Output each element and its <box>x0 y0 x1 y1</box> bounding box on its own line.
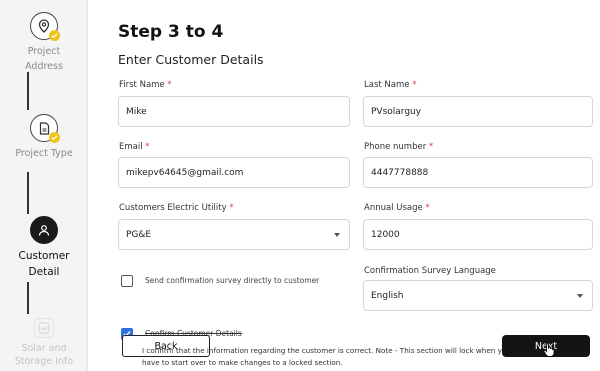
phone-input[interactable]: 4447778888 <box>363 157 593 188</box>
last-name-label: Last Name * <box>364 80 417 90</box>
step-solar-storage[interactable]: Solar and Storage Info <box>0 318 88 368</box>
email-label: Email * <box>119 142 150 152</box>
chevron-down-icon <box>577 294 583 298</box>
survey-language-value: English <box>371 290 404 301</box>
survey-language-label: Confirmation Survey Language <box>364 266 496 276</box>
step-label: Project Type <box>15 148 73 159</box>
page-title: Step 3 to 4 <box>118 22 224 42</box>
chevron-down-icon <box>334 233 340 237</box>
send-survey-label: Send confirmation survey directly to cus… <box>145 276 320 285</box>
page-subtitle: Enter Customer Details <box>118 52 264 67</box>
last-name-input[interactable]: PVsolarguy <box>363 96 593 127</box>
location-pin-icon <box>30 12 60 41</box>
person-icon <box>30 216 58 244</box>
document-icon <box>30 114 60 143</box>
hand-cursor-icon <box>543 343 555 360</box>
email-input[interactable]: mikepv64645@gmail.com <box>118 157 350 188</box>
last-name-value: PVsolarguy <box>371 106 422 117</box>
annual-usage-label: Annual Usage * <box>364 203 430 213</box>
phone-value: 4447778888 <box>371 167 429 178</box>
confirm-note-line1: I confirm that the information regarding… <box>142 346 511 355</box>
survey-language-select[interactable]: English <box>363 280 593 311</box>
annual-usage-input[interactable]: 12000 <box>363 219 593 250</box>
step-connector <box>27 72 29 110</box>
step-connector <box>27 172 29 214</box>
step-label: Solar and Storage Info <box>14 343 74 367</box>
progress-sidebar: Project Address Project Type Customer De… <box>0 0 88 371</box>
checkmark-icon <box>49 132 60 143</box>
utility-value: PG&E <box>126 229 152 240</box>
utility-label: Customers Electric Utility * <box>119 203 234 213</box>
annual-usage-value: 12000 <box>371 229 400 240</box>
first-name-input[interactable]: Mike <box>118 96 350 127</box>
main-content: Step 3 to 4 Enter Customer Details First… <box>88 0 600 371</box>
utility-select[interactable]: PG&E <box>118 219 350 250</box>
first-name-value: Mike <box>126 106 147 117</box>
chart-icon <box>34 318 54 338</box>
step-customer-detail[interactable]: Customer Detail <box>0 216 88 280</box>
confirm-note-line2: have to start over to make changes to a … <box>142 358 343 367</box>
step-project-address[interactable]: Project Address <box>0 12 88 74</box>
step-label: Project Address <box>25 46 63 72</box>
step-project-type[interactable]: Project Type <box>0 114 88 161</box>
email-value: mikepv64645@gmail.com <box>126 167 244 178</box>
phone-label: Phone number * <box>364 142 434 152</box>
step-connector <box>27 282 29 314</box>
send-survey-checkbox[interactable] <box>121 275 133 287</box>
checkmark-icon <box>49 30 60 41</box>
first-name-label: First Name * <box>119 80 172 90</box>
step-label: Customer Detail <box>18 250 70 278</box>
